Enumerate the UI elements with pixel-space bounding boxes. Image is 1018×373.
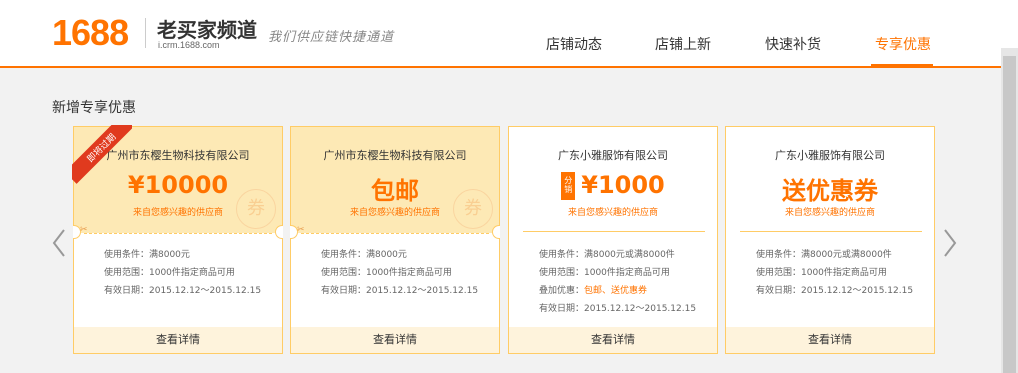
expiring-badge: 即将过期 xyxy=(72,125,132,185)
coupon-source: 来自您感兴趣的供应商 xyxy=(784,208,875,218)
supplier-name: 广东小雅服饰有限公司 xyxy=(775,149,885,162)
coupon-source: 来自您感兴趣的供应商 xyxy=(567,208,658,218)
channel-url: i.crm.1688.com xyxy=(158,40,220,50)
valid-dates: 有效日期：2015.12.12～2015.12.15 xyxy=(321,286,479,296)
coupon-stamp-icon: 券 xyxy=(236,189,276,229)
coupon-card[interactable]: 广州市东樱生物科技有限公司 包邮 来自您感兴趣的供应商 券 ✂ 使用条件：满80… xyxy=(290,126,500,354)
coupon-details: 使用条件：满8000元 使用范围：1000件指定商品可用 有效日期：2015.1… xyxy=(321,247,497,301)
supplier-name: 广东小雅服饰有限公司 xyxy=(558,149,668,162)
coupon-amount: 分销 ¥1000 xyxy=(509,171,717,200)
usage-scope: 使用范围：1000件指定商品可用 xyxy=(104,268,235,278)
coupon-header: 广东小雅服饰有限公司 送优惠券 来自您感兴趣的供应商 xyxy=(726,127,934,233)
usage-scope: 使用范围：1000件指定商品可用 xyxy=(756,268,887,278)
carousel-prev-button[interactable] xyxy=(50,228,68,258)
separator-line xyxy=(740,231,922,232)
ticket-notch-right xyxy=(492,225,500,239)
coupon-card[interactable]: 广州市东樱生物科技有限公司 ¥10000 来自您感兴趣的供应商 券 即将过期 ✂… xyxy=(72,125,283,354)
tear-line xyxy=(301,233,489,234)
supplier-name: 广州市东樱生物科技有限公司 xyxy=(323,149,467,162)
chevron-right-icon xyxy=(944,229,957,257)
coupon-card[interactable]: 广东小雅服饰有限公司 分销 ¥1000 来自您感兴趣的供应商 使用条件：满8000… xyxy=(508,126,718,354)
view-details-button[interactable]: 查看详情 xyxy=(74,327,282,353)
view-details-button[interactable]: 查看详情 xyxy=(291,327,499,353)
nav-quick-restock[interactable]: 快速补货 xyxy=(765,34,821,54)
view-details-button[interactable]: 查看详情 xyxy=(726,327,934,353)
usage-condition: 使用条件：满8000元 xyxy=(104,250,190,260)
stacked-offers-value: 包邮、送优惠券 xyxy=(584,286,648,296)
distribution-tag: 分销 xyxy=(561,172,576,200)
coupon-card[interactable]: 广东小雅服饰有限公司 送优惠券 来自您感兴趣的供应商 使用条件：满8000元或满… xyxy=(725,126,935,354)
ticket-notch-right xyxy=(275,225,283,239)
section-title: 新增专享优惠 xyxy=(52,100,136,116)
coupon-stamp-icon: 券 xyxy=(453,189,493,229)
usage-scope: 使用范围：1000件指定商品可用 xyxy=(539,268,670,278)
coupon-header: 广州市东樱生物科技有限公司 包邮 来自您感兴趣的供应商 券 xyxy=(291,127,499,233)
coupon-details: 使用条件：满8000元或满8000件 使用范围：1000件指定商品可用 叠加优惠… xyxy=(539,247,715,319)
scissors-icon: ✂ xyxy=(80,225,88,235)
valid-dates: 有效日期：2015.12.12～2015.12.15 xyxy=(539,304,697,314)
nav-active-indicator xyxy=(871,64,933,67)
stacked-offers: 叠加优惠：包邮、送优惠券 xyxy=(539,286,648,296)
nav-store-news[interactable]: 店铺动态 xyxy=(546,34,602,54)
channel-title: 老买家频道 xyxy=(157,18,257,42)
usage-scope: 使用范围：1000件指定商品可用 xyxy=(321,268,452,278)
site-logo[interactable]: 1688 xyxy=(52,12,129,54)
scrollbar-thumb[interactable] xyxy=(1003,56,1016,373)
coupon-details: 使用条件：满8000元或满8000件 使用范围：1000件指定商品可用 有效日期… xyxy=(756,247,932,301)
separator-line xyxy=(523,231,705,232)
coupon-amount: 送优惠券 xyxy=(782,177,878,205)
usage-condition: 使用条件：满8000元或满8000件 xyxy=(539,250,675,260)
usage-condition: 使用条件：满8000元 xyxy=(321,250,407,260)
nav-exclusive-offers[interactable]: 专享优惠 xyxy=(875,34,931,54)
view-details-button[interactable]: 查看详情 xyxy=(509,327,717,353)
coupon-header: 广东小雅服饰有限公司 分销 ¥1000 来自您感兴趣的供应商 xyxy=(509,127,717,233)
scissors-icon: ✂ xyxy=(297,225,305,235)
carousel-next-button[interactable] xyxy=(941,228,959,258)
top-header: 1688 老买家频道 i.crm.1688.com 我们供应链快捷通道 店铺动态… xyxy=(0,0,1018,68)
tear-line xyxy=(84,233,272,234)
logo-divider xyxy=(145,18,146,48)
coupon-details: 使用条件：满8000元 使用范围：1000件指定商品可用 有效日期：2015.1… xyxy=(104,247,280,301)
channel-slogan: 我们供应链快捷通道 xyxy=(268,30,395,45)
nav-store-new-items[interactable]: 店铺上新 xyxy=(655,34,711,54)
valid-dates: 有效日期：2015.12.12～2015.12.15 xyxy=(104,286,262,296)
usage-condition: 使用条件：满8000元或满8000件 xyxy=(756,250,892,260)
chevron-left-icon xyxy=(52,229,65,257)
valid-dates: 有效日期：2015.12.12～2015.12.15 xyxy=(756,286,914,296)
